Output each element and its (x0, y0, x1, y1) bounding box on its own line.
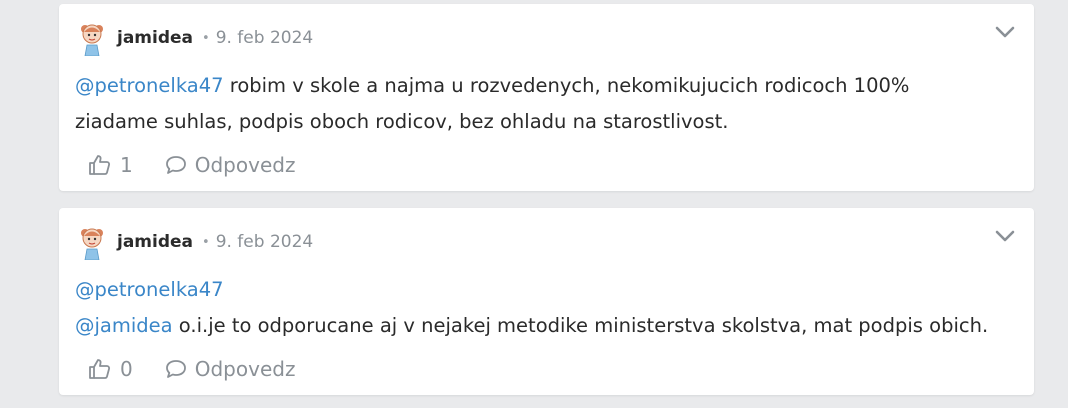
comment-text: @petronelka47 @jamidea o.i.je to odporuc… (75, 272, 994, 344)
mention-link[interactable]: @jamidea (75, 314, 173, 337)
separator-dot: • (202, 30, 210, 46)
reply-label: Odpovedz (194, 357, 296, 381)
comment-card: jamidea • 9. feb 2024 @petronelka47 @jam… (59, 208, 1034, 395)
comment-text-line: ziadame suhlas, podpis oboch rodicov, be… (75, 110, 729, 133)
like-count: 0 (120, 357, 133, 381)
speech-bubble-icon (165, 156, 186, 174)
comment-date: 9. feb 2024 (215, 232, 314, 252)
comment-text-line: o.i.je to odporucane aj v nejakej metodi… (172, 314, 989, 337)
chevron-down-icon[interactable] (994, 228, 1016, 244)
mention-link[interactable]: @petronelka47 (75, 74, 224, 97)
author-name[interactable]: jamidea (117, 232, 193, 252)
chevron-down-icon[interactable] (994, 24, 1016, 40)
reply-button[interactable]: Odpovedz (165, 357, 296, 381)
thumbs-up-icon (89, 359, 111, 379)
thumbs-up-icon (89, 155, 111, 175)
separator-dot: • (202, 234, 210, 250)
avatar[interactable] (76, 224, 108, 260)
comment-card: jamidea • 9. feb 2024 @petronelka47 robi… (59, 4, 1034, 191)
comment-text: @petronelka47 robim v skole a najma u ro… (75, 68, 994, 140)
avatar[interactable] (76, 20, 108, 56)
comment-header: jamidea • 9. feb 2024 (76, 20, 313, 56)
mention-link[interactable]: @petronelka47 (75, 278, 224, 301)
like-count: 1 (120, 153, 133, 177)
comment-text-line: robim v skole a najma u rozvedenych, nek… (223, 74, 910, 97)
comment-actions: 1 Odpovedz (88, 148, 295, 182)
comment-date: 9. feb 2024 (215, 28, 314, 48)
comment-actions: 0 Odpovedz (88, 352, 295, 386)
reply-label: Odpovedz (194, 153, 296, 177)
author-name[interactable]: jamidea (117, 28, 193, 48)
like-button[interactable]: 1 (88, 153, 133, 177)
reply-button[interactable]: Odpovedz (165, 153, 296, 177)
like-button[interactable]: 0 (88, 357, 133, 381)
comment-header: jamidea • 9. feb 2024 (76, 224, 313, 260)
speech-bubble-icon (165, 360, 186, 378)
